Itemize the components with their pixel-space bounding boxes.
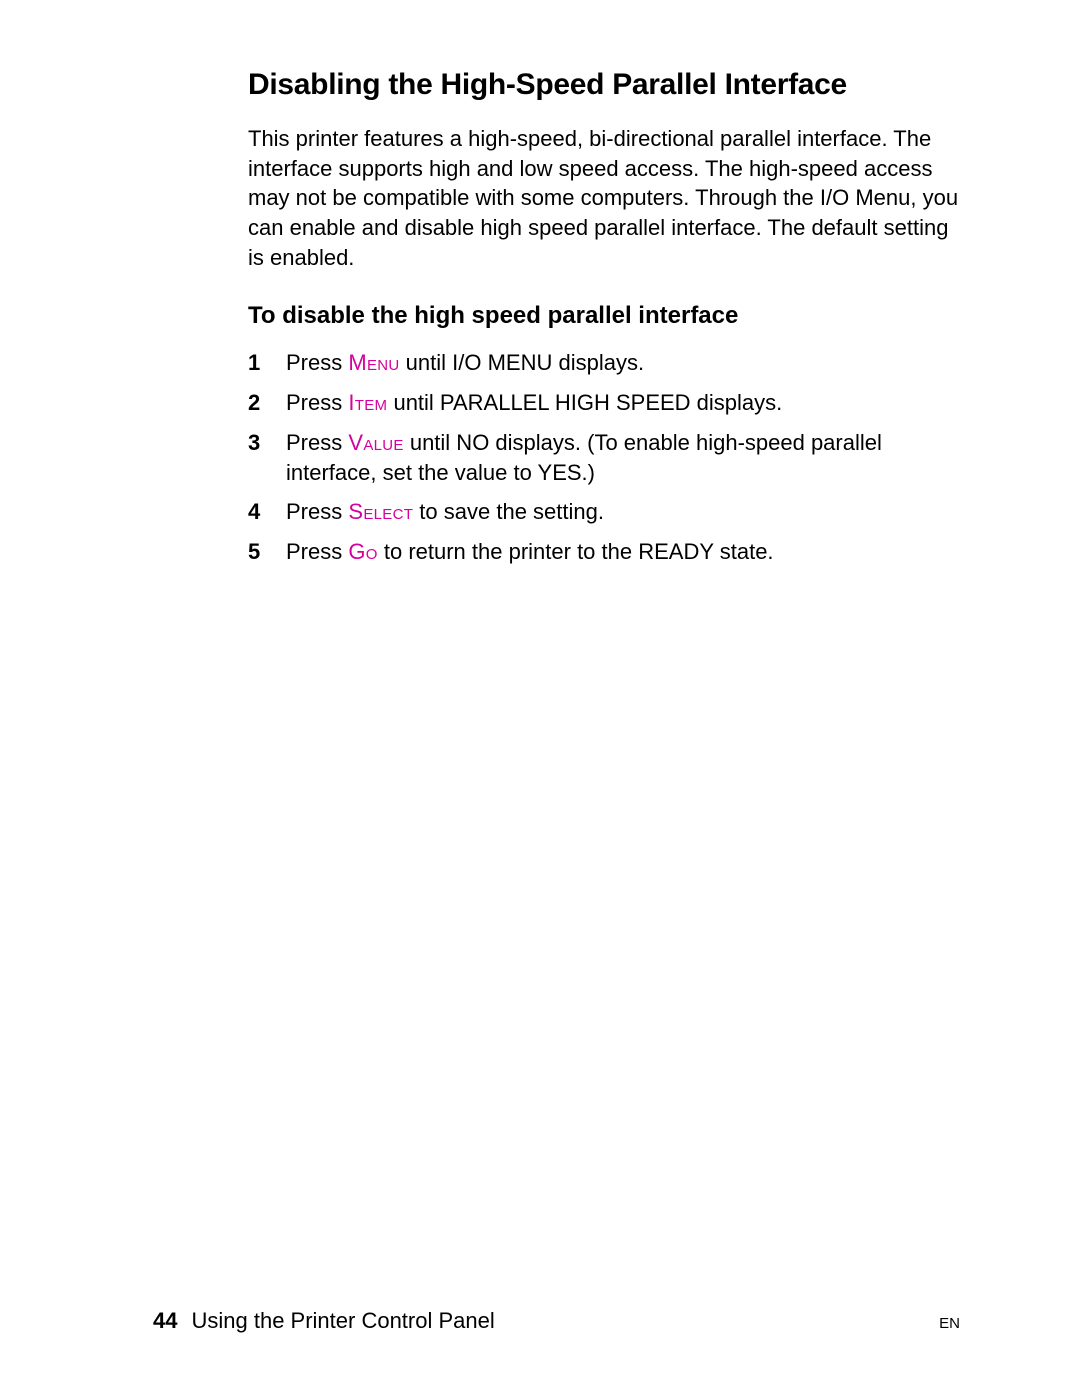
step-text: Press Select to save the setting. [286,497,960,527]
steps-list: 1 Press Menu until I/O MENU displays. 2 … [248,348,960,566]
key-label: Item [348,390,387,415]
key-label: Select [348,499,413,524]
main-heading: Disabling the High-Speed Parallel Interf… [248,68,960,102]
step-item: 1 Press Menu until I/O MENU displays. [248,348,960,378]
step-item: 3 Press Value until NO displays. (To ena… [248,428,960,487]
step-number: 5 [248,537,286,567]
step-text: Press Value until NO displays. (To enabl… [286,428,960,487]
step-number: 3 [248,428,286,487]
step-number: 1 [248,348,286,378]
section-title: Using the Printer Control Panel [191,1308,494,1334]
intro-paragraph: This printer features a high-speed, bi-d… [248,124,960,272]
key-label: Go [348,539,377,564]
step-number: 4 [248,497,286,527]
page-number: 44 [153,1308,177,1334]
key-label: Menu [348,350,399,375]
step-item: 5 Press Go to return the printer to the … [248,537,960,567]
page-footer: 44 Using the Printer Control Panel EN [0,1308,1080,1334]
step-text: Press Menu until I/O MENU displays. [286,348,960,378]
footer-left: 44 Using the Printer Control Panel [153,1308,495,1334]
step-text: Press Go to return the printer to the RE… [286,537,960,567]
key-label: Value [348,430,403,455]
footer-language: EN [939,1315,960,1332]
sub-heading: To disable the high speed parallel inter… [248,302,960,330]
step-item: 4 Press Select to save the setting. [248,497,960,527]
step-item: 2 Press Item until PARALLEL HIGH SPEED d… [248,388,960,418]
step-number: 2 [248,388,286,418]
step-text: Press Item until PARALLEL HIGH SPEED dis… [286,388,960,418]
